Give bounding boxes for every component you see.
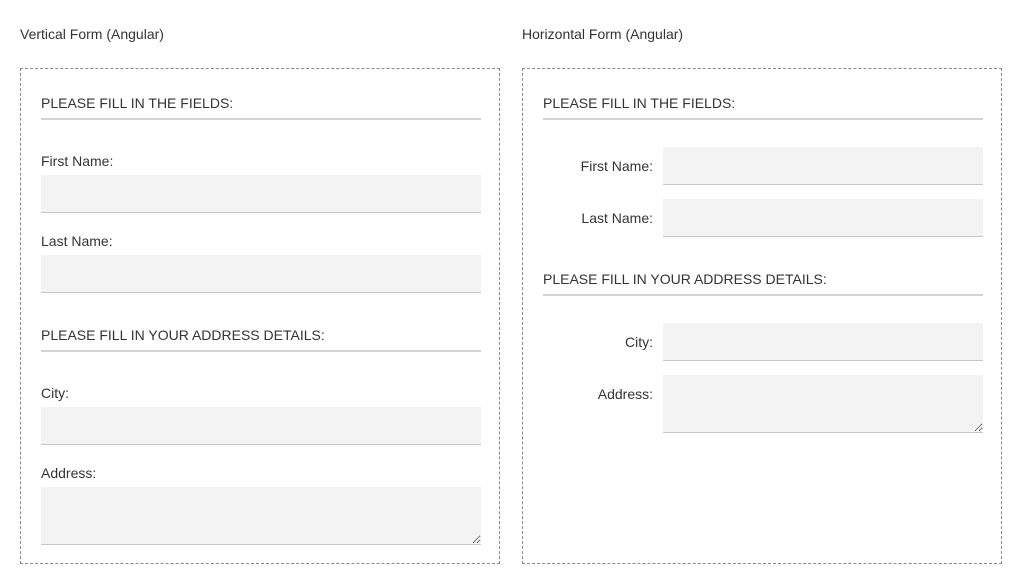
vertical-first-name-label: First Name: (41, 153, 114, 169)
horizontal-last-name-input[interactable] (663, 199, 983, 237)
horizontal-address-label: Address: (597, 386, 653, 402)
horizontal-last-name-label: Last Name: (581, 210, 653, 226)
vertical-city-label: City: (41, 385, 69, 401)
horizontal-fields-section-header: PLEASE FILL IN THE FIELDS: (543, 95, 983, 120)
vertical-last-name-input[interactable] (41, 255, 481, 293)
horizontal-city-input[interactable] (663, 323, 983, 361)
vertical-fields-section-header: PLEASE FILL IN THE FIELDS: (41, 95, 481, 120)
horizontal-form-container: PLEASE FILL IN THE FIELDS: First Name: L… (522, 68, 1002, 564)
vertical-form-container: PLEASE FILL IN THE FIELDS: First Name: L… (20, 68, 500, 564)
vertical-address-label: Address: (41, 465, 97, 481)
horizontal-address-textarea[interactable] (663, 375, 983, 433)
vertical-address-section-header: PLEASE FILL IN YOUR ADDRESS DETAILS: (41, 327, 481, 352)
vertical-first-name-input[interactable] (41, 175, 481, 213)
horizontal-first-name-label: First Name: (580, 158, 653, 174)
vertical-last-name-label: Last Name: (41, 233, 113, 249)
horizontal-first-name-input[interactable] (663, 147, 983, 185)
horizontal-form-title: Horizontal Form (Angular) (522, 26, 684, 42)
horizontal-address-section-header: PLEASE FILL IN YOUR ADDRESS DETAILS: (543, 271, 983, 296)
horizontal-city-label: City: (625, 334, 653, 350)
vertical-form-title: Vertical Form (Angular) (20, 26, 164, 42)
vertical-city-input[interactable] (41, 407, 481, 445)
vertical-address-textarea[interactable] (41, 487, 481, 545)
